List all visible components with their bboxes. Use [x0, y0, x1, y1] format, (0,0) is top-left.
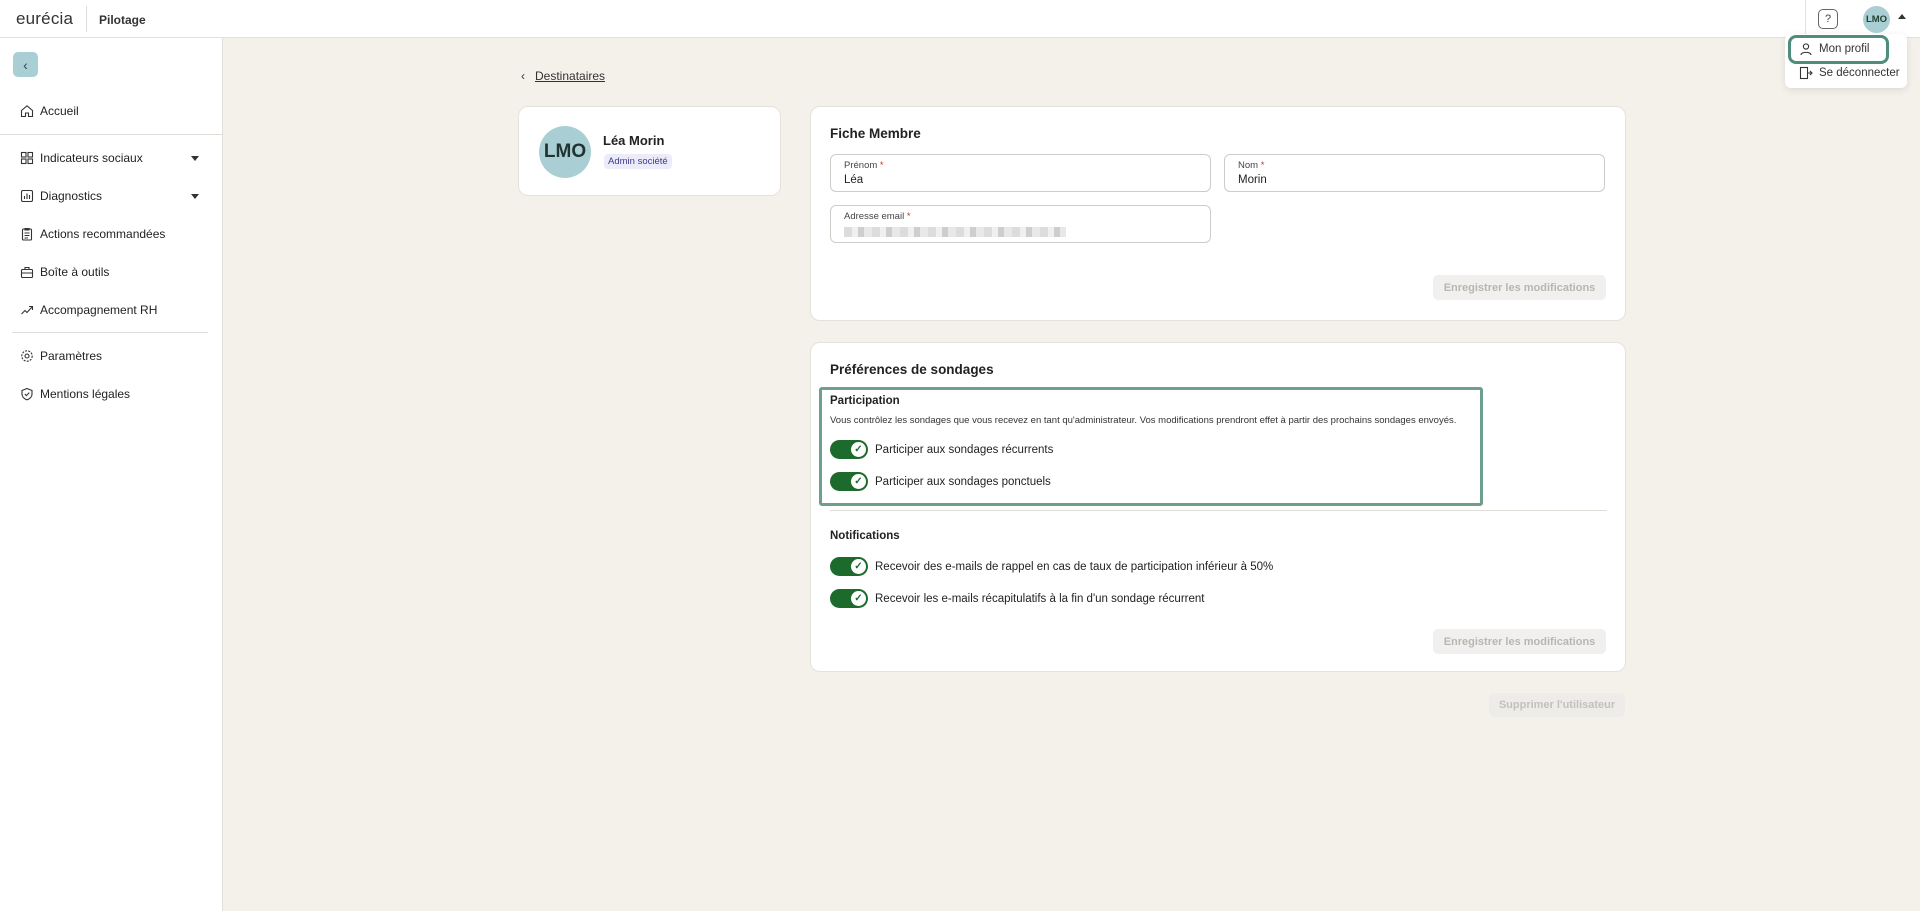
sidebar-item-accompagnement-rh[interactable]: Accompagnement RH: [20, 303, 205, 317]
breadcrumb-link-destinataires[interactable]: Destinataires: [535, 69, 605, 83]
toggle-label: Recevoir les e-mails récapitulatifs à la…: [875, 592, 1205, 605]
sidebar-item-label: Indicateurs sociaux: [40, 151, 143, 165]
home-icon: [20, 105, 34, 118]
field-label: Nom *: [1238, 160, 1265, 171]
grid-icon: [20, 151, 34, 165]
card-title: Préférences de sondages: [830, 362, 994, 377]
menu-item-se-deconnecter[interactable]: Se déconnecter: [1799, 66, 1900, 80]
avatar: LMO: [539, 126, 591, 178]
toggle-row-reminder-emails[interactable]: ✓ Recevoir des e-mails de rappel en cas …: [830, 557, 1273, 576]
menu-item-label: Se déconnecter: [1819, 67, 1900, 79]
save-member-button[interactable]: Enregistrer les modifications: [1433, 275, 1606, 300]
mon-profil-highlight: [1788, 35, 1889, 64]
field-label: Adresse email *: [844, 211, 911, 222]
chevron-left-icon: ‹: [23, 56, 28, 73]
sidebar-item-label: Paramètres: [40, 349, 103, 363]
top-bar-divider: [86, 6, 87, 32]
email-value-redacted: [844, 227, 1066, 237]
save-preferences-button[interactable]: Enregistrer les modifications: [1433, 629, 1606, 654]
sidebar-item-accueil[interactable]: Accueil: [20, 104, 205, 118]
sidebar-item-label: Actions recommandées: [40, 227, 166, 241]
breadcrumb: ‹ Destinataires: [521, 69, 605, 83]
profile-card: LMO Léa Morin Admin société: [518, 106, 781, 196]
handshake-icon: [21, 305, 34, 315]
gear-icon: [21, 350, 33, 362]
app-title: Pilotage: [99, 13, 146, 27]
collapse-sidebar-button[interactable]: ‹: [13, 52, 38, 77]
field-label: Prénom *: [844, 160, 884, 171]
toolbox-icon: [20, 266, 34, 279]
profile-name: Léa Morin: [603, 133, 665, 148]
toggle-label: Recevoir des e-mails de rappel en cas de…: [875, 560, 1274, 573]
user-avatar-button[interactable]: LMO: [1863, 6, 1890, 33]
sidebar-item-label: Boîte à outils: [40, 265, 110, 279]
participation-highlight: [819, 387, 1483, 506]
chevron-down-icon[interactable]: [191, 156, 199, 161]
chevron-left-icon[interactable]: ‹: [521, 69, 525, 83]
toggle-switch[interactable]: ✓: [830, 589, 868, 608]
sidebar-item-indicateurs-sociaux[interactable]: Indicateurs sociaux: [20, 151, 205, 165]
eurecia-logo[interactable]: eurécia: [16, 9, 73, 29]
member-form-card: Fiche Membre Prénom * Léa Nom * Morin Ad…: [810, 106, 1626, 321]
check-icon: ✓: [851, 559, 866, 574]
sidebar-item-label: Accompagnement RH: [40, 303, 158, 317]
help-button[interactable]: ?: [1818, 9, 1838, 29]
sidebar-item-label: Mentions légales: [40, 387, 131, 401]
field-value: Morin: [1238, 174, 1267, 186]
sidebar-divider: [0, 134, 223, 135]
card-title: Fiche Membre: [830, 126, 921, 141]
top-bar-right-divider: [1805, 0, 1806, 38]
sidebar-divider: [12, 332, 208, 333]
delete-user-button[interactable]: Supprimer l'utilisateur: [1489, 693, 1625, 717]
sidebar-item-diagnostics[interactable]: Diagnostics: [20, 189, 205, 203]
clipboard-icon: [21, 227, 33, 241]
role-badge: Admin société: [604, 154, 672, 169]
sidebar-item-boite-a-outils[interactable]: Boîte à outils: [20, 265, 205, 279]
section-divider: [830, 510, 1607, 511]
sidebar-item-actions-recommandees[interactable]: Actions recommandées: [20, 227, 205, 241]
prenom-field[interactable]: Prénom * Léa: [830, 154, 1211, 192]
sidebar: ‹ Accueil Indicateurs sociaux Diagnostic…: [0, 38, 223, 911]
sidebar-item-label: Accueil: [40, 104, 79, 118]
caret-up-icon[interactable]: [1898, 14, 1906, 19]
top-bar: eurécia Pilotage ? LMO: [0, 0, 1920, 38]
bar-chart-icon: [20, 189, 34, 203]
nom-field[interactable]: Nom * Morin: [1224, 154, 1605, 192]
shield-icon: [21, 387, 33, 401]
email-field[interactable]: Adresse email *: [830, 205, 1211, 243]
logout-icon: [1799, 66, 1813, 80]
toggle-switch[interactable]: ✓: [830, 557, 868, 576]
toggle-row-summary-emails[interactable]: ✓ Recevoir les e-mails récapitulatifs à …: [830, 589, 1204, 608]
sidebar-item-label: Diagnostics: [40, 189, 103, 203]
notifications-title: Notifications: [830, 530, 900, 542]
sidebar-item-parametres[interactable]: Paramètres: [20, 349, 205, 363]
check-icon: ✓: [851, 591, 866, 606]
chevron-down-icon[interactable]: [191, 194, 199, 199]
sidebar-item-mentions-legales[interactable]: Mentions légales: [20, 387, 205, 401]
field-value: Léa: [844, 174, 864, 186]
question-icon: ?: [1824, 13, 1832, 25]
